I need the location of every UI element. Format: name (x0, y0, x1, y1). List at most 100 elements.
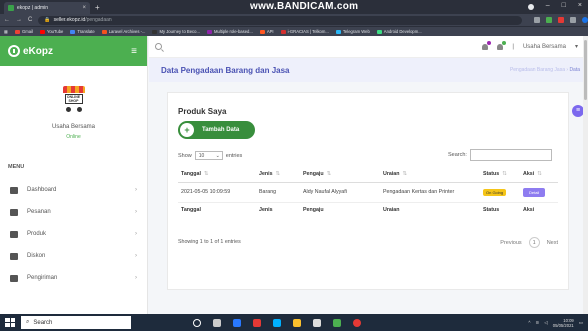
address-bar-row: ← → C 🔒 seller.ekopz.id /pengadaan (0, 14, 588, 26)
sidebar-item-dashboard[interactable]: Dashboard › (0, 179, 147, 201)
detail-button[interactable]: Detail (523, 187, 546, 197)
record-icon[interactable] (353, 318, 361, 327)
cell-jenis: Barang (256, 182, 300, 203)
minimize-button[interactable]: – (546, 2, 550, 10)
extension-icon[interactable] (546, 17, 552, 23)
recorder-watermark: www.BANDICAM.com (250, 1, 359, 12)
app-icon[interactable] (333, 318, 341, 327)
page-length-select[interactable]: 10 ⌄ (194, 151, 223, 160)
chevron-down-icon[interactable]: ▾ (575, 43, 578, 50)
bookmark-item[interactable]: Telegram Web (335, 29, 370, 34)
table-search-input[interactable] (469, 149, 552, 161)
search-icon[interactable] (155, 43, 162, 50)
reload-icon[interactable]: C (28, 17, 32, 23)
maximize-button[interactable]: □ (562, 2, 566, 10)
col-uraian[interactable]: Uraian ⇅ (380, 166, 480, 183)
col-tanggal[interactable]: Tanggal ⇅ (178, 166, 256, 183)
table-footer-row: Tanggal Jenis Pengaju Uraian Status Aksi (178, 201, 558, 218)
next-button[interactable]: Next (547, 240, 558, 246)
store-status: Online (66, 134, 81, 140)
bookmark-icon (152, 29, 158, 34)
tab-close-icon[interactable]: × (82, 5, 86, 11)
brand-name[interactable]: eKopz (23, 46, 53, 57)
tray-chevron-icon[interactable]: ^ (528, 320, 530, 325)
foot-tanggal: Tanggal (178, 201, 256, 218)
bookmark-icon (335, 29, 341, 34)
profile-icon[interactable] (527, 4, 534, 10)
ekopz-logo-icon (8, 45, 20, 57)
page-button[interactable]: 1 (528, 237, 540, 248)
bookmark-icon (206, 29, 212, 34)
foot-aksi: Aksi (520, 201, 558, 218)
table-row: 2021-05-05 10:09:59 Barang Aldy Naufal A… (178, 182, 558, 203)
bookmark-item[interactable]: My Journey to Beco... (152, 29, 200, 34)
user-name[interactable]: Usaha Bersama (523, 44, 566, 50)
col-status[interactable]: Status ⇅ (480, 166, 520, 183)
bookmark-item[interactable]: API (259, 29, 274, 34)
breadcrumb-parent[interactable]: Pengadaan Barang Jasa (510, 67, 565, 73)
foot-status: Status (480, 201, 520, 218)
bookmark-icon (101, 29, 107, 34)
col-jenis[interactable]: Jenis ⇅ (256, 166, 300, 183)
sidebar-item-produk[interactable]: Produk › (0, 223, 147, 245)
bookmark-item[interactable]: Gmail (14, 29, 33, 34)
sidebar-item-pesanan[interactable]: Pesanan › (0, 201, 147, 223)
bookmark-item[interactable]: Multiple role-based... (206, 29, 253, 34)
app-icon[interactable] (253, 318, 261, 327)
sidebar-item-label: Pesanan (27, 209, 51, 215)
hamburger-icon[interactable]: ≡ (131, 46, 137, 57)
sidebar-item-pengiriman[interactable]: Pengiriman › (0, 267, 147, 289)
browser-tab[interactable]: ekopz | admin × (4, 2, 90, 14)
chevron-right-icon: › (135, 253, 137, 259)
sidebar-item-diskon[interactable]: Diskon › (0, 245, 147, 267)
extension-icons (534, 17, 588, 23)
status-badge: On Going (483, 188, 507, 196)
volume-icon[interactable]: ◁ (544, 320, 547, 326)
close-window-button[interactable]: × (578, 2, 582, 10)
product-icon (10, 230, 18, 238)
entries-label: entries (225, 152, 243, 159)
extension-icon[interactable] (558, 17, 564, 23)
back-icon[interactable]: ← (4, 17, 10, 23)
page-title: Data Pengadaan Barang dan Jasa (161, 65, 290, 75)
new-tab-button[interactable]: + (95, 3, 100, 12)
store-icon[interactable] (313, 318, 321, 327)
windows-start-icon[interactable] (5, 318, 15, 327)
star-icon[interactable] (534, 17, 540, 23)
edge-icon[interactable] (233, 318, 241, 327)
system-tray: ^ ≋ ◁ 10:09 05/05/2021 ▭ (528, 318, 583, 328)
bookmark-item[interactable]: i-GRACIAS | Telkom... (280, 29, 329, 34)
taskbar-search[interactable]: ⌕ Search (21, 316, 131, 329)
cell-uraian: Pengadaan Kertas dan Printer (380, 182, 480, 203)
brand-bar: eKopz ≡ (0, 36, 147, 66)
wifi-icon[interactable]: ≋ (536, 320, 540, 326)
cell-aksi: Detail (520, 182, 558, 203)
apps-icon[interactable]: ▦ (4, 29, 8, 34)
cortana-icon[interactable] (193, 318, 201, 327)
add-data-button[interactable]: + Tambah Data (178, 121, 255, 139)
app-icon[interactable] (273, 318, 281, 327)
show-label: Show (178, 152, 192, 159)
col-aksi[interactable]: Aksi ⇅ (520, 166, 558, 183)
bookmark-item[interactable]: Android Developm... (376, 29, 422, 34)
file-explorer-icon[interactable] (293, 318, 301, 327)
previous-button[interactable]: Previous (500, 240, 521, 246)
bookmark-icon (70, 29, 76, 34)
url-field[interactable]: 🔒 seller.ekopz.id /pengadaan (38, 15, 522, 25)
col-pengaju[interactable]: Pengaju ⇅ (300, 166, 380, 183)
task-view-icon[interactable] (213, 318, 221, 327)
cell-status: On Going (480, 182, 520, 203)
message-icon[interactable] (497, 40, 507, 50)
puzzle-icon[interactable] (570, 17, 576, 23)
store-name: Usaha Bersama (51, 124, 96, 130)
notification-icon[interactable] (482, 40, 492, 50)
bookmark-item[interactable]: Laravel Archives -... (101, 29, 145, 34)
page-scrollbar[interactable] (583, 36, 588, 314)
chevron-right-icon: › (135, 275, 137, 281)
forward-icon[interactable]: → (16, 17, 22, 23)
avatar-icon[interactable] (582, 17, 588, 23)
bookmark-item[interactable]: YouTube (39, 29, 63, 34)
bookmark-item[interactable]: Translate (70, 29, 95, 34)
notification-center-icon[interactable]: ▭ (579, 320, 583, 326)
clock[interactable]: 10:09 05/05/2021 (553, 318, 574, 328)
